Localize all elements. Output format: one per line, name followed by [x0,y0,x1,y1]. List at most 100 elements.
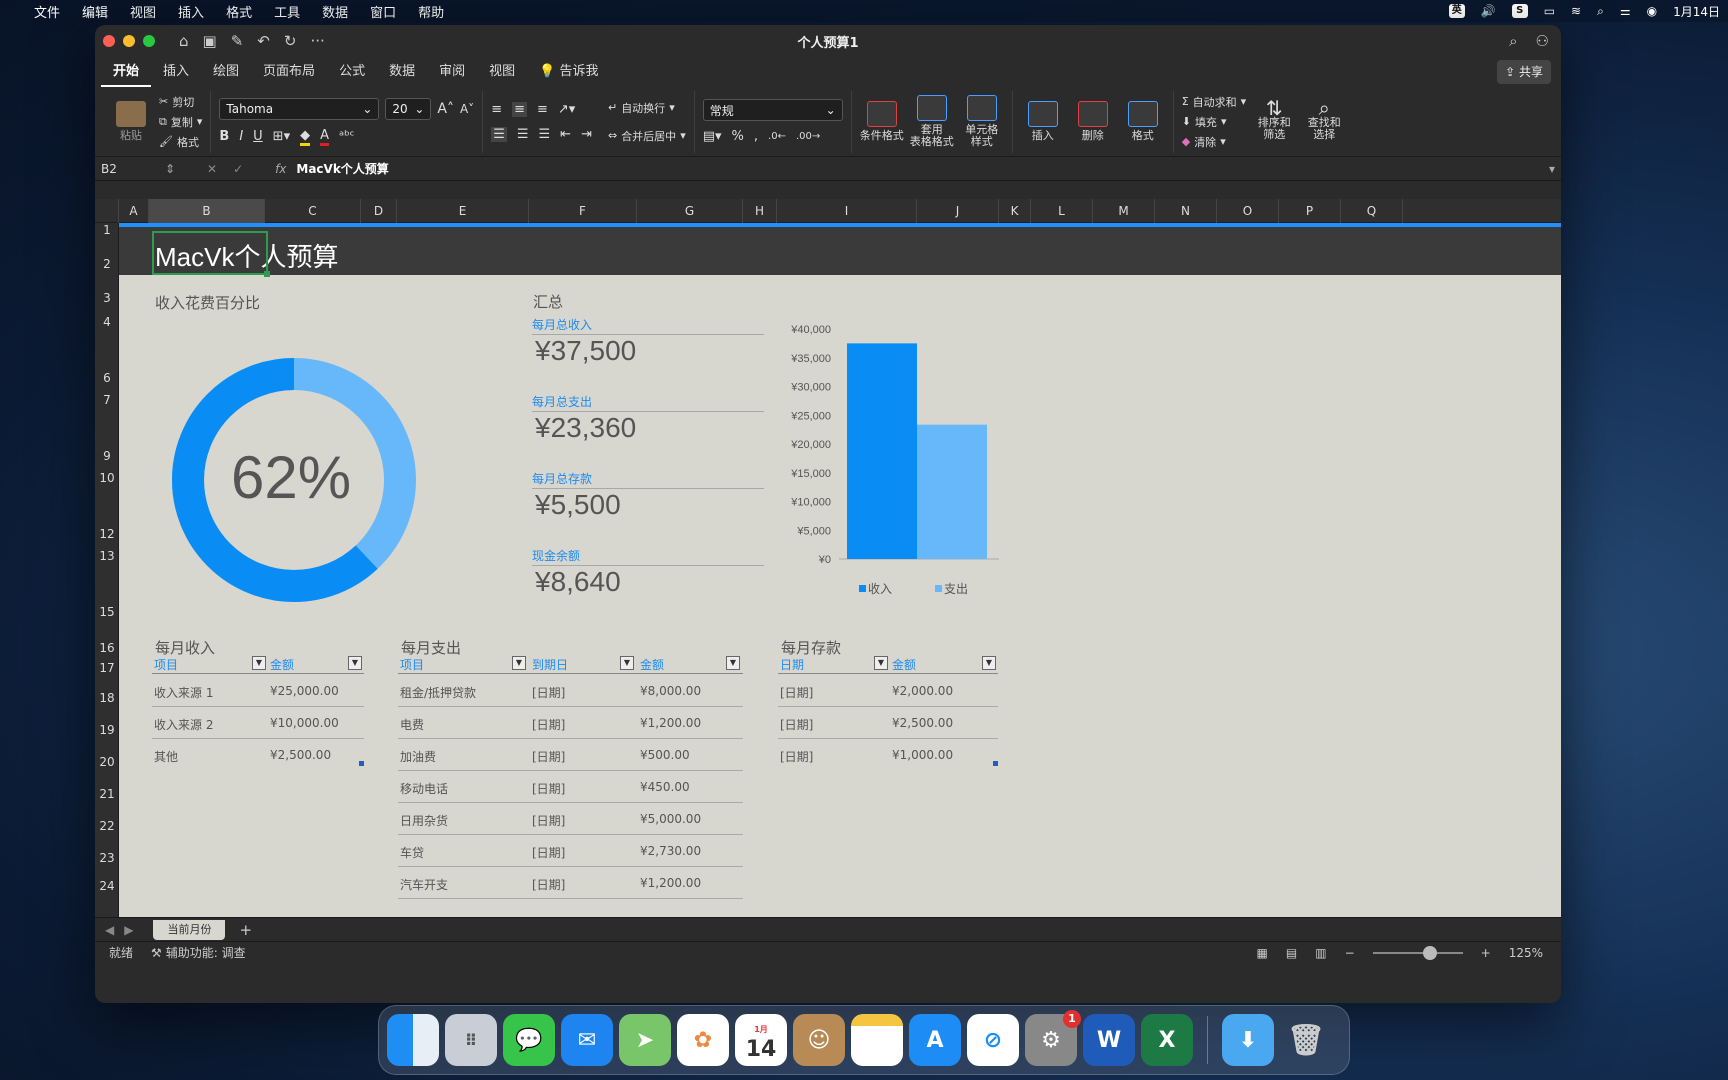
name-box[interactable]: B2 [95,162,165,176]
table-row[interactable]: 租金/抵押贷款 [日期] ¥8,000.00 [398,675,743,707]
table-cell[interactable]: ¥500.00 [640,748,690,762]
column-header[interactable]: A [119,199,149,223]
column-header[interactable]: B [149,199,265,223]
table-row[interactable]: 收入来源 2 ¥10,000.00 [152,707,364,739]
table-cell[interactable]: ¥1,200.00 [640,876,701,890]
table-cell[interactable]: 收入来源 2 [154,716,213,733]
tab-page-layout[interactable]: 页面布局 [251,57,327,87]
autosum-button[interactable]: Σ 自动求和 ▾ [1182,94,1246,110]
filter-dropdown-icon[interactable]: ▼ [726,656,740,670]
table-cell[interactable]: 移动电话 [400,780,448,797]
row-header[interactable]: 15 [95,605,119,619]
save-as-icon[interactable]: ✎ [231,32,244,50]
filter-dropdown-icon[interactable]: ▼ [874,656,888,670]
clear-button[interactable]: ◆ 清除 ▾ [1182,134,1246,150]
messages-icon[interactable]: 💬 [503,1014,555,1066]
align-left-icon[interactable]: ☰ [491,126,507,142]
accessibility-status[interactable]: 辅助功能: 调查 [166,944,246,961]
input-method-icon[interactable]: 英 [1448,4,1465,18]
add-sheet-icon[interactable]: + [239,921,252,939]
notes-icon[interactable] [851,1014,903,1066]
bold-icon[interactable]: B [219,129,229,144]
column-header[interactable]: G [637,199,743,223]
menu-file[interactable]: 文件 [23,2,71,21]
menubar-date[interactable]: 1月14日 [1673,3,1720,20]
filter-dropdown-icon[interactable]: ▼ [252,656,266,670]
table-cell[interactable]: [日期] [780,684,813,701]
table-cell[interactable]: ¥450.00 [640,780,690,794]
page-layout-view-icon[interactable]: ▤ [1286,946,1297,960]
filter-dropdown-icon[interactable]: ▼ [512,656,526,670]
table-row[interactable]: 日用杂货 [日期] ¥5,000.00 [398,803,743,835]
conditional-format-button[interactable]: 条件格式 [860,101,904,142]
align-middle-icon[interactable]: ≡ [512,101,527,117]
table-cell[interactable]: 加油费 [400,748,436,765]
zoom-level[interactable]: 125% [1509,946,1543,960]
number-format-select[interactable]: 常规 ⌄ [702,99,843,121]
borders-icon[interactable]: ⊞▾ [273,129,290,144]
table-cell[interactable]: ¥8,000.00 [640,684,701,698]
table-cell[interactable]: [日期] [532,780,565,797]
table-cell[interactable]: 汽车开支 [400,876,448,893]
table-resize-handle[interactable] [993,761,998,766]
column-header[interactable]: H [743,199,777,223]
row-header[interactable]: 12 [95,527,119,541]
function-icon[interactable]: fx [275,162,286,176]
row-header[interactable]: 24 [95,879,119,893]
bar-chart[interactable]: ¥0 ¥5,000 ¥10,000 ¥15,000 ¥20,000 ¥25,000 ¥30,… [755,317,1015,607]
tab-insert[interactable]: 插入 [151,57,201,87]
save-icon[interactable]: ▣ [203,32,217,50]
selected-cell-b2[interactable] [152,231,270,277]
table-row[interactable]: 其他 ¥2,500.00 [152,739,364,771]
table-row[interactable]: 收入来源 1 ¥25,000.00 [152,675,364,707]
word-icon[interactable]: W [1083,1014,1135,1066]
minimize-window-button[interactable] [123,35,135,47]
table-cell[interactable]: ¥5,000.00 [640,812,701,826]
decrease-font-icon[interactable]: A˅ [460,98,474,120]
redo-icon[interactable]: ↻ [284,32,297,50]
merge-center-button[interactable]: ⇔ 合并后居中 ▾ [608,128,686,144]
row-header[interactable]: 7 [95,393,119,407]
tab-draw[interactable]: 绘图 [201,57,251,87]
column-header[interactable]: J [917,199,999,223]
row-header[interactable]: 20 [95,755,119,769]
finder-icon[interactable] [387,1014,439,1066]
close-window-button[interactable] [103,35,115,47]
normal-view-icon[interactable]: ▦ [1257,946,1268,960]
row-header[interactable]: 21 [95,787,119,801]
launchpad-icon[interactable]: ⠿ [445,1014,497,1066]
table-row[interactable]: 移动电话 [日期] ¥450.00 [398,771,743,803]
format-cells-button[interactable]: 格式 [1121,101,1165,142]
cancel-icon[interactable]: ✕ [207,162,217,176]
menu-edit[interactable]: 编辑 [71,2,119,21]
table-cell[interactable]: [日期] [532,876,565,893]
bar-expense[interactable] [917,424,987,559]
menu-insert[interactable]: 插入 [167,2,215,21]
menu-window[interactable]: 窗口 [359,2,407,21]
menu-help[interactable]: 帮助 [407,2,455,21]
column-header[interactable]: K [999,199,1031,223]
column-header[interactable]: I [777,199,917,223]
column-header[interactable]: F [529,199,637,223]
column-header[interactable]: C [265,199,361,223]
table-cell[interactable]: [日期] [532,812,565,829]
zoom-slider[interactable] [1372,945,1463,960]
sort-filter-button[interactable]: ⇅ 排序和 筛选 [1252,98,1296,141]
table-cell[interactable]: 日用杂货 [400,812,448,829]
page-break-view-icon[interactable]: ▥ [1315,946,1326,960]
tab-home[interactable]: 开始 [101,57,152,87]
zoom-slider-knob[interactable] [1422,945,1437,960]
table-cell[interactable]: [日期] [532,716,565,733]
table-cell[interactable]: ¥2,500.00 [892,716,953,730]
table-cell[interactable]: ¥1,200.00 [640,716,701,730]
table-row[interactable]: [日期] ¥2,000.00 [778,675,998,707]
row-header[interactable]: 13 [95,549,119,563]
paste-button[interactable]: 粘贴 [109,101,153,142]
percent-icon[interactable]: % [732,129,744,144]
table-cell[interactable]: ¥2,000.00 [892,684,953,698]
row-header[interactable]: 16 [95,641,119,655]
battery-icon[interactable]: ▭ [1544,4,1555,18]
worksheet[interactable]: ABCDEFGHIJKLMNOPQ 1 2 3 4 6 7 9 10 12 13 15 16 17 18 1… [95,199,1561,917]
table-row[interactable]: 加油费 [日期] ¥500.00 [398,739,743,771]
align-center-icon[interactable]: ☰ [517,127,529,142]
